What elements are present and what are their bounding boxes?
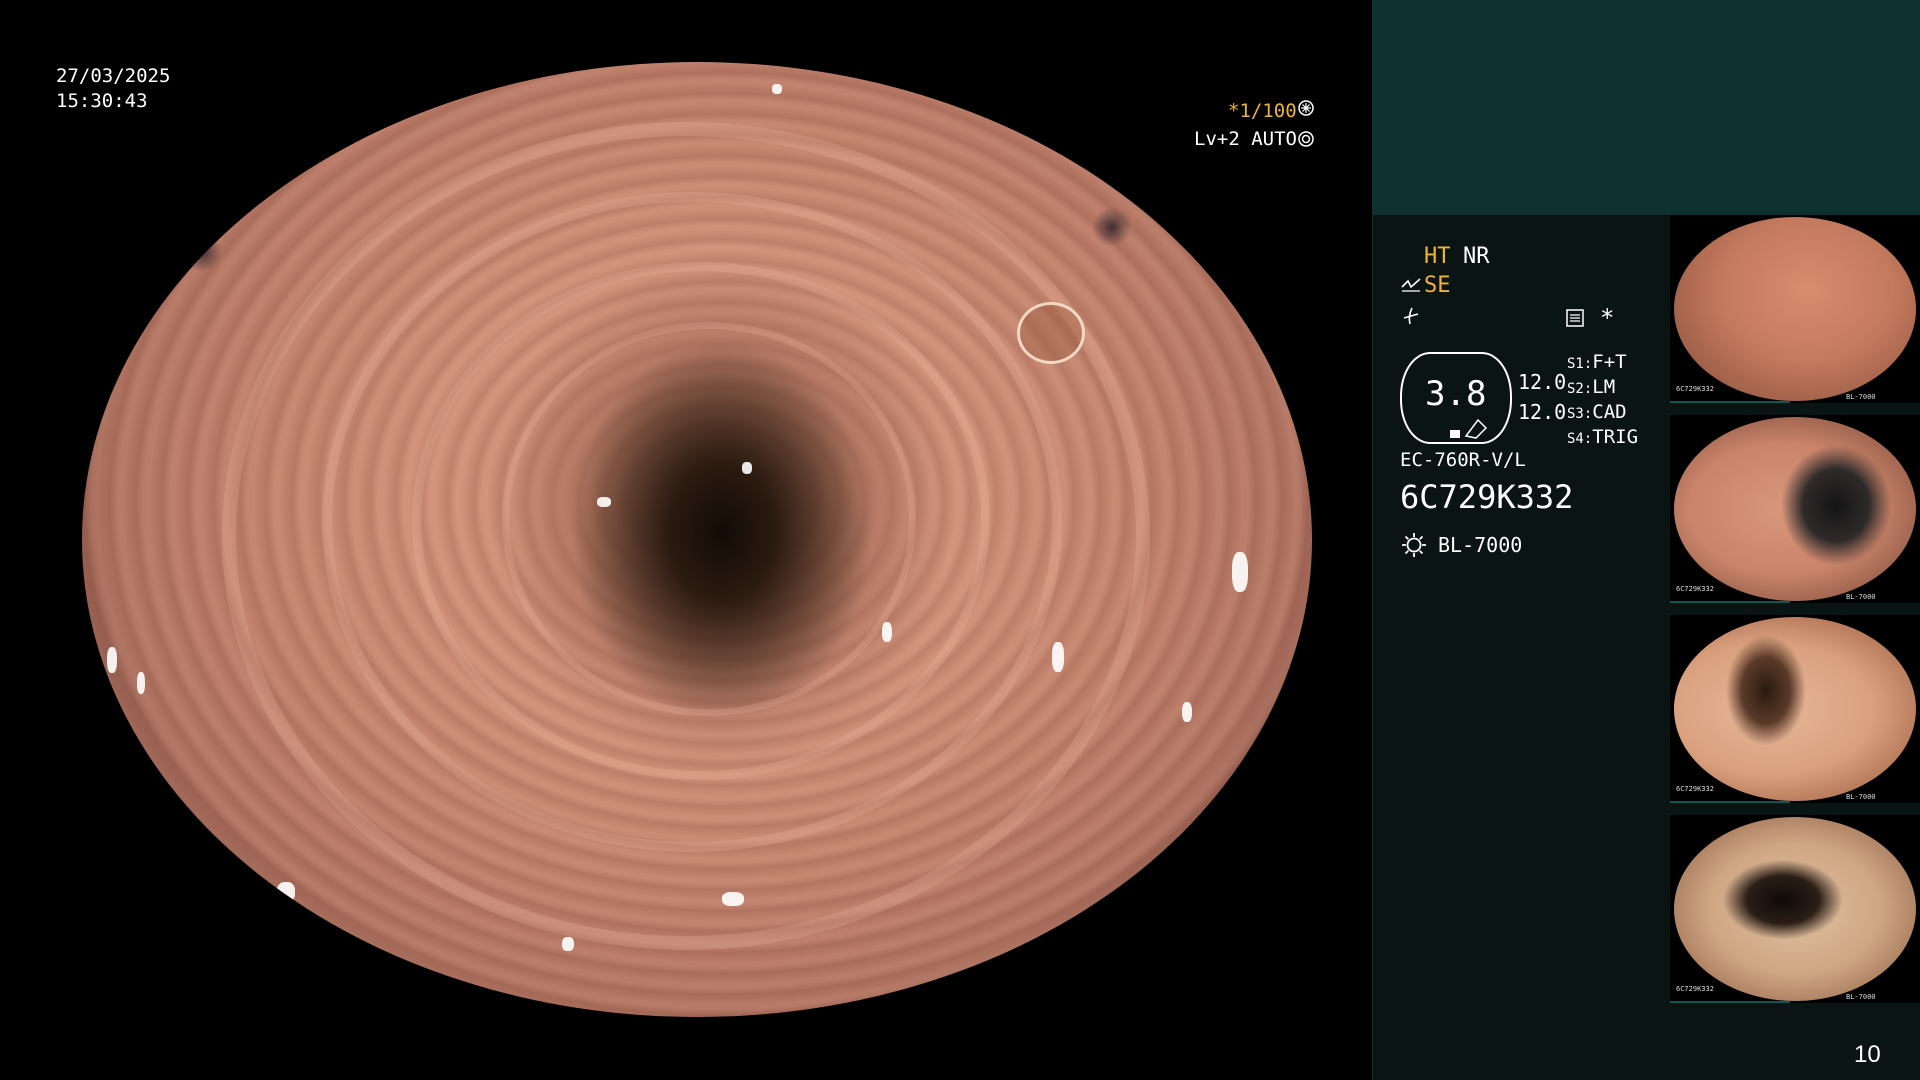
switch-value: F+T [1592, 351, 1627, 373]
switch-row: S4:TRIG [1567, 425, 1638, 450]
thumbnail-light: BL-7000 [1846, 793, 1876, 801]
thumbnail-serial: 6C729K332 [1676, 985, 1714, 993]
thumbnail-image [1674, 217, 1916, 401]
setting-value-2: 12.0 [1518, 400, 1567, 424]
shutter-icon [1298, 100, 1314, 116]
thumbnail-serial: 6C729K332 [1676, 785, 1714, 793]
capture-thumbnail[interactable]: 6C729K332 BL-7000 [1670, 215, 1920, 403]
switch-row: S2:LM [1567, 375, 1638, 400]
record-icon [1565, 308, 1585, 328]
se-indicator: SE [1424, 273, 1451, 298]
mucosal-fold [502, 322, 916, 716]
scope-value: 3.8 [1425, 374, 1487, 414]
air-bubble [1017, 302, 1085, 364]
dark-spot [1092, 207, 1132, 247]
light-source: BL-7000 [1438, 533, 1523, 557]
thumbnail-image [1674, 617, 1916, 801]
structure-enhance-icon [1400, 277, 1422, 295]
thumbnail-bar [1670, 1001, 1790, 1003]
exam-date: 27/03/2025 [56, 65, 171, 87]
thumbnail-image [1674, 817, 1916, 1001]
specular-highlight [772, 84, 782, 94]
capture-thumbnail[interactable]: 6C729K332 BL-7000 [1670, 815, 1920, 1003]
panel-header-area [1373, 0, 1920, 215]
image-mask-top [0, 0, 1373, 62]
shutter-speed: *1/100 [1228, 100, 1297, 122]
thumbnail-light: BL-7000 [1846, 393, 1876, 401]
thumbnail-light: BL-7000 [1846, 993, 1876, 1001]
specular-highlight [597, 497, 611, 507]
light-source-icon [1400, 531, 1428, 559]
switch-row: S3:CAD [1567, 400, 1638, 425]
specular-highlight [1232, 552, 1248, 592]
thumbnail-serial: 6C729K332 [1676, 585, 1714, 593]
specular-highlight [562, 937, 574, 951]
specular-highlight [1182, 702, 1192, 722]
asterisk-indicator: * [1600, 304, 1615, 332]
auto-iris-icon [1298, 131, 1314, 147]
endoscope-view: 27/03/2025 15:30:43 *1/100 Lv+2 AUTO [0, 0, 1373, 1080]
endoscopic-image [82, 62, 1312, 1017]
dark-spot [182, 232, 222, 272]
image-mask-bottom [0, 1017, 1373, 1080]
thumbnail-serial: 6C729K332 [1676, 385, 1714, 393]
ht-indicator: HT [1424, 244, 1451, 269]
thumbnail-image [1674, 417, 1916, 601]
switch-row: S1:F+T [1567, 350, 1638, 375]
specular-highlight [742, 462, 752, 474]
light-level: Lv+2 AUTO [1194, 128, 1297, 150]
specular-highlight [107, 647, 117, 673]
page-number: 10 [1854, 1041, 1881, 1068]
thumbnail-bar [1670, 801, 1790, 803]
switch-value: CAD [1592, 401, 1627, 423]
specular-highlight [882, 622, 892, 642]
scope-serial: 6C729K332 [1400, 478, 1574, 516]
specular-highlight [137, 672, 145, 694]
switch-value: LM [1592, 376, 1616, 398]
specular-highlight [277, 882, 295, 902]
switch-key: S2: [1567, 381, 1593, 397]
insertion-indicator-icon [1448, 416, 1488, 440]
thumbnail-bar [1670, 401, 1790, 403]
capture-thumbnail[interactable]: 6C729K332 BL-7000 [1670, 615, 1920, 803]
freeze-icon [1402, 306, 1420, 326]
thumbnail-light: BL-7000 [1846, 593, 1876, 601]
specular-highlight [1052, 642, 1064, 672]
nr-indicator: NR [1463, 244, 1490, 269]
setting-value-1: 12.0 [1518, 370, 1567, 394]
scope-model: EC-760R-V/L [1400, 449, 1526, 471]
switch-value: TRIG [1592, 426, 1639, 448]
specular-highlight [722, 892, 744, 906]
switch-list: S1:F+T S2:LM S3:CAD S4:TRIG [1567, 350, 1638, 450]
exam-time: 15:30:43 [56, 90, 148, 112]
capture-thumbnail[interactable]: 6C729K332 BL-7000 [1670, 415, 1920, 603]
switch-key: S3: [1567, 406, 1593, 422]
thumbnail-bar [1670, 601, 1790, 603]
switch-key: S1: [1567, 356, 1593, 372]
switch-key: S4: [1567, 431, 1593, 447]
